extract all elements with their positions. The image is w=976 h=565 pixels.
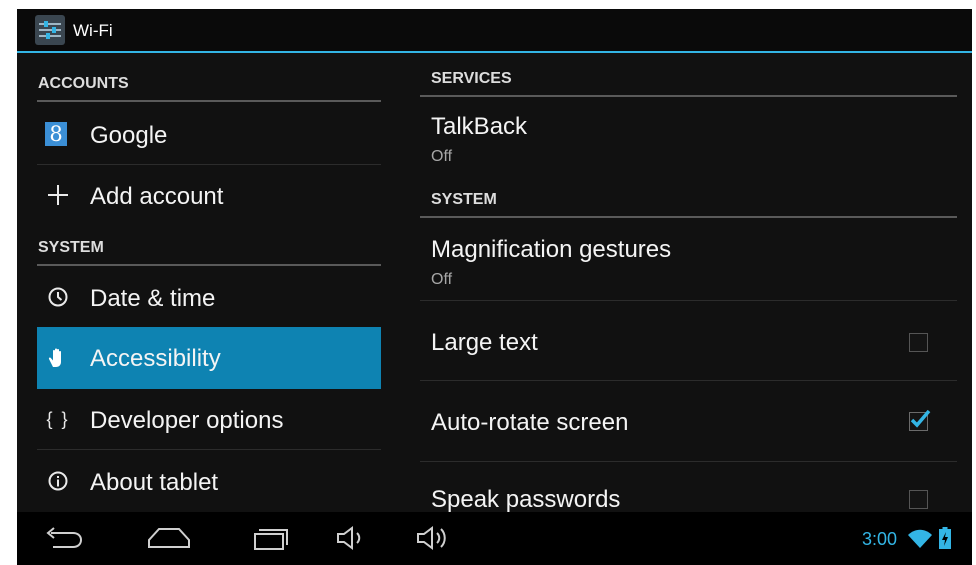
speak-passwords-checkbox[interactable] xyxy=(909,490,928,509)
system-header-right: SYSTEM xyxy=(431,191,497,208)
left-item-accessibility[interactable]: Accessibility xyxy=(37,327,381,389)
talkback-summary: Off xyxy=(431,148,453,165)
settings-sliders-icon[interactable] xyxy=(35,15,65,45)
clock[interactable]: 3:00 xyxy=(862,529,897,550)
hand-icon xyxy=(45,345,71,371)
home-icon[interactable] xyxy=(141,522,197,554)
wifi-icon xyxy=(907,528,933,550)
large-text-title: Large text xyxy=(431,329,538,356)
auto-rotate-item[interactable]: Auto-rotate screen xyxy=(420,381,972,461)
talkback-title: TalkBack xyxy=(431,113,528,140)
left-item-label: Add account xyxy=(90,183,224,210)
accounts-header-line xyxy=(37,100,381,102)
recent-apps-icon[interactable] xyxy=(245,522,295,554)
left-item-label: About tablet xyxy=(90,469,219,496)
left-item-label: Accessibility xyxy=(90,345,221,372)
left-item-about-tablet[interactable]: About tablet xyxy=(37,451,381,511)
accounts-header: ACCOUNTS xyxy=(38,75,129,92)
google-icon: 8 xyxy=(45,122,67,146)
left-item-label: Date & time xyxy=(90,285,216,312)
page-title: Wi-Fi xyxy=(73,21,113,40)
left-item-google[interactable]: 8 Google xyxy=(37,104,381,164)
auto-rotate-title: Auto-rotate screen xyxy=(431,409,629,436)
divider xyxy=(37,449,381,450)
magnification-gestures-item[interactable]: Magnification gestures Off xyxy=(420,219,972,299)
tablet-screen: Wi-Fi ACCOUNTS 8 Google Add account SYST… xyxy=(17,9,972,565)
battery-charging-icon xyxy=(939,527,951,549)
speak-passwords-item[interactable]: Speak passwords xyxy=(420,462,972,513)
back-icon[interactable] xyxy=(39,522,89,554)
auto-rotate-checkbox[interactable] xyxy=(909,409,931,431)
services-header: SERVICES xyxy=(431,70,512,87)
action-bar: Wi-Fi xyxy=(17,9,972,53)
left-item-label: Developer options xyxy=(90,407,284,434)
plus-icon xyxy=(45,182,71,208)
large-text-item[interactable]: Large text xyxy=(420,301,972,380)
magnification-title: Magnification gestures xyxy=(431,236,672,263)
system-header-line-left xyxy=(37,264,381,266)
large-text-checkbox[interactable] xyxy=(909,333,928,352)
left-item-date-time[interactable]: Date & time xyxy=(37,267,381,327)
magnification-summary: Off xyxy=(431,271,453,288)
talkback-item[interactable]: TalkBack Off xyxy=(420,99,972,185)
volume-down-icon[interactable] xyxy=(330,522,370,554)
system-header-line-right xyxy=(420,216,957,218)
left-item-developer-options[interactable]: { } Developer options xyxy=(37,389,381,449)
left-item-add-account[interactable]: Add account xyxy=(37,165,381,225)
left-item-label: Google xyxy=(90,122,168,149)
system-header-left: SYSTEM xyxy=(38,239,104,256)
braces-icon: { } xyxy=(46,408,70,429)
checkmark-icon xyxy=(910,409,931,428)
clock-icon xyxy=(45,284,71,310)
navigation-bar: 3:00 xyxy=(17,512,972,565)
info-icon xyxy=(45,468,71,494)
volume-up-icon[interactable] xyxy=(410,522,454,554)
speak-passwords-title: Speak passwords xyxy=(431,486,621,513)
services-header-line xyxy=(420,95,957,97)
